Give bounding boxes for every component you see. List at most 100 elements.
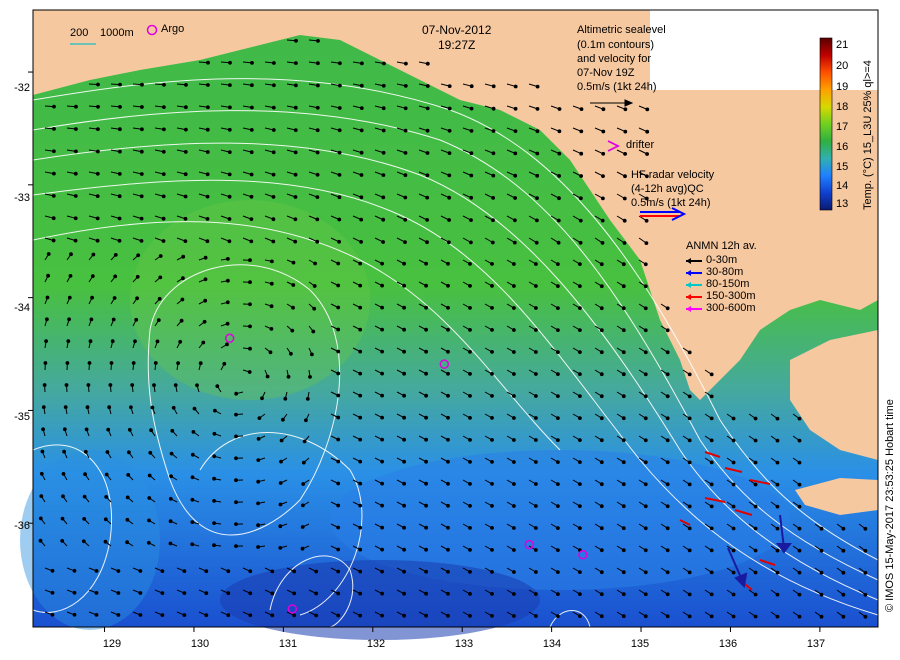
velocity-arrowhead (731, 526, 736, 531)
velocity-arrowhead (578, 240, 583, 245)
velocity-arrowhead (190, 520, 195, 524)
velocity-arrowhead (468, 460, 472, 464)
velocity-arrowhead (110, 339, 115, 344)
velocity-arrowhead (358, 525, 363, 530)
velocity-arrowhead (222, 361, 227, 366)
velocity-arrowhead (168, 496, 173, 501)
velocity-arrowhead (535, 129, 540, 134)
velocity-arrowhead (753, 614, 758, 619)
velocity-arrowhead (512, 548, 516, 552)
velocity-arrowhead (212, 476, 217, 481)
velocity-arrowhead (425, 106, 430, 111)
velocity-arrowhead (468, 570, 472, 574)
velocity-arrowhead (183, 172, 188, 177)
velocity-arrowhead (687, 592, 692, 597)
velocity-arrowhead (446, 305, 450, 310)
velocity-arrowhead (513, 218, 517, 223)
velocity-arrowhead (181, 254, 186, 259)
velocity-arrowhead (579, 196, 583, 201)
velocity-arrowhead (272, 61, 276, 65)
velocity-arrowhead (293, 217, 298, 222)
velocity-arrowhead (292, 613, 297, 618)
velocity-arrowhead (643, 262, 648, 267)
velocity-arrowhead (227, 217, 232, 221)
velocity-arrowhead (797, 416, 802, 421)
velocity-arrowhead (490, 350, 494, 354)
velocity-arrowhead (601, 196, 605, 201)
x-tick-label: 136 (718, 638, 738, 650)
velocity-arrowhead (234, 544, 238, 548)
velocity-arrowhead (446, 283, 450, 288)
velocity-arrowhead (665, 306, 670, 311)
velocity-arrowhead (665, 526, 670, 531)
velocity-arrowhead (82, 494, 87, 499)
velocity-arrowhead (213, 408, 217, 413)
velocity-arrowhead (46, 252, 51, 256)
velocity-arrowhead (44, 339, 48, 344)
velocity-arrowhead (469, 151, 474, 156)
velocity-arrowhead (665, 548, 670, 553)
velocity-arrowhead (534, 438, 538, 442)
velocity-arrowhead (534, 372, 538, 376)
velocity-arrowhead (556, 570, 560, 574)
velocity-arrowhead (116, 569, 121, 573)
depth-legend-1000: 1000m (100, 27, 134, 39)
velocity-arrowhead (534, 394, 538, 398)
velocity-arrowhead (643, 460, 648, 465)
velocity-arrowhead (338, 83, 342, 88)
velocity-arrowhead (469, 195, 474, 200)
velocity-arrowhead (512, 416, 516, 420)
velocity-arrowhead (424, 283, 429, 288)
velocity-arrowhead (490, 416, 494, 420)
velocity-arrowhead (621, 460, 626, 465)
velocity-arrowhead (160, 591, 165, 595)
velocity-arrowhead (797, 482, 802, 487)
velocity-arrowhead (579, 129, 584, 134)
velocity-arrowhead (665, 416, 670, 421)
velocity-arrowhead (490, 460, 494, 464)
velocity-arrowhead (599, 482, 604, 487)
velocity-arrowhead (270, 613, 275, 618)
velocity-arrowhead (118, 105, 122, 109)
velocity-arrowhead (578, 218, 583, 223)
velocity-arrowhead (446, 481, 450, 486)
velocity-arrowhead (281, 417, 285, 422)
velocity-arrowhead (446, 591, 450, 596)
velocity-arrowhead (225, 321, 230, 326)
velocity-arrowhead (687, 614, 692, 619)
velocity-arrowhead (286, 374, 291, 379)
velocity-arrowhead (104, 472, 109, 477)
velocity-arrowhead (190, 497, 195, 502)
velocity-arrowhead (425, 128, 430, 133)
velocity-arrowhead (104, 495, 109, 499)
velocity-arrowhead (643, 482, 648, 487)
velocity-arrowhead (83, 449, 88, 454)
colorbar (819, 37, 833, 211)
warm-eddy (130, 200, 370, 400)
velocity-arrowhead (279, 459, 283, 464)
drifter-label: drifter (626, 139, 655, 151)
velocity-arrowhead (67, 317, 71, 322)
velocity-arrowhead (469, 129, 474, 133)
velocity-arrowhead (162, 105, 166, 109)
velocity-arrowhead (512, 262, 516, 266)
velocity-arrowhead (108, 383, 113, 387)
velocity-arrowhead (621, 526, 626, 531)
velocity-arrowhead (289, 351, 293, 356)
velocity-arrowhead (118, 127, 122, 132)
velocity-arrowhead (227, 127, 232, 132)
velocity-arrowhead (358, 371, 363, 376)
velocity-arrowhead (336, 349, 341, 354)
velocity-arrowhead (271, 128, 276, 132)
velocity-arrowhead (316, 61, 320, 66)
velocity-arrowhead (184, 127, 188, 132)
velocity-arrowhead (512, 592, 516, 596)
velocity-arrowhead (513, 106, 518, 111)
velocity-arrowhead (513, 151, 518, 156)
velocity-arrowhead (41, 427, 45, 432)
velocity-arrowhead (60, 539, 65, 543)
velocity-arrowhead (841, 570, 846, 575)
velocity-arrowhead (265, 374, 270, 379)
velocity-arrowhead (621, 328, 626, 333)
velocity-arrowhead (293, 172, 298, 177)
